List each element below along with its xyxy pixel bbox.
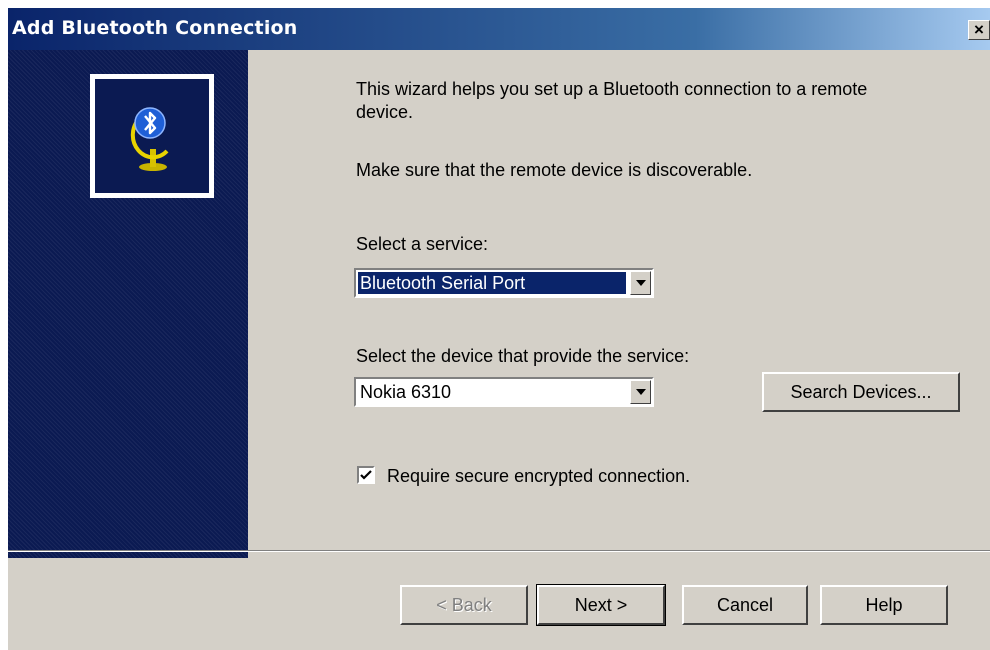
secure-connection-checkbox[interactable] — [357, 466, 375, 484]
close-button[interactable]: × — [968, 20, 990, 40]
bluetooth-globe-icon — [130, 107, 169, 171]
footer-separator — [8, 550, 990, 552]
intro-text-line1: This wizard helps you set up a Bluetooth… — [356, 79, 868, 99]
service-label: Select a service: — [356, 234, 489, 254]
search-devices-button[interactable]: Search Devices... — [762, 372, 960, 412]
device-dropdown[interactable]: Nokia 6310 — [354, 377, 654, 407]
title-bar: Add Bluetooth Connection × — [8, 8, 990, 50]
discoverable-text: Make sure that the remote device is disc… — [356, 160, 753, 180]
device-dropdown-value: Nokia 6310 — [360, 382, 452, 402]
back-button[interactable]: < Back — [400, 585, 528, 625]
check-icon — [360, 470, 372, 480]
wizard-sidebar — [8, 50, 248, 558]
next-button[interactable]: Next > — [536, 584, 666, 626]
window-title: Add Bluetooth Connection — [12, 17, 298, 39]
logo-frame — [90, 74, 214, 198]
close-icon: × — [974, 20, 984, 39]
service-dropdown-value: Bluetooth Serial Port — [358, 272, 626, 294]
service-dropdown[interactable]: Bluetooth Serial Port — [354, 268, 654, 298]
chevron-down-icon[interactable] — [630, 271, 651, 295]
cancel-button[interactable]: Cancel — [682, 585, 808, 625]
intro-text-line2: device. — [356, 102, 414, 122]
secure-connection-label[interactable]: Require secure encrypted connection. — [387, 465, 690, 487]
wizard-window: Add Bluetooth Connection × — [8, 8, 990, 650]
device-label: Select the device that provide the servi… — [356, 346, 690, 366]
chevron-down-icon[interactable] — [630, 380, 651, 404]
help-button[interactable]: Help — [820, 585, 948, 625]
